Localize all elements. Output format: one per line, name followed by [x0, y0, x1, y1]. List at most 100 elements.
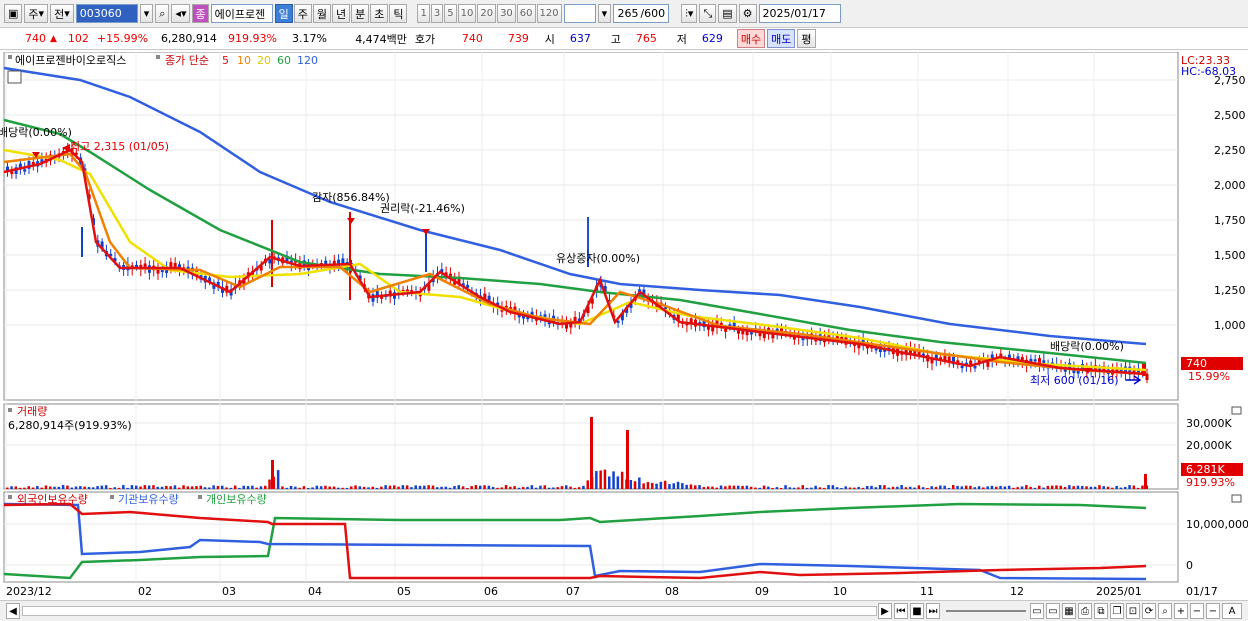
volume-bar — [92, 487, 95, 489]
lock-icon[interactable]: ⊡ — [1126, 603, 1140, 619]
volume-bar — [152, 485, 155, 489]
holding-panel-close-icon[interactable] — [1231, 494, 1242, 503]
gear-icon[interactable]: ⚙ — [738, 4, 757, 23]
volume-bar — [878, 485, 882, 489]
volume-bar — [1093, 486, 1097, 489]
scroll-track[interactable] — [22, 606, 877, 616]
refresh-icon[interactable]: ⟳ — [1142, 603, 1156, 619]
buy-button[interactable]: 매수 — [736, 29, 766, 48]
volume-bar — [964, 485, 968, 489]
tab-period-5[interactable]: 초 — [370, 4, 389, 23]
tab-period-1[interactable]: 주 — [293, 4, 312, 23]
tab-period-3[interactable]: 년 — [331, 4, 351, 23]
volume-bar — [66, 485, 69, 489]
interval-button-20[interactable]: 20 — [477, 4, 497, 23]
magnifier-icon[interactable]: ⌕ — [1158, 603, 1172, 619]
window-menu-icon[interactable]: ▣ — [4, 4, 23, 23]
x-tick-label: 08 — [665, 585, 679, 598]
volume-bar — [504, 485, 508, 489]
volume-bar — [952, 485, 955, 489]
volume-bar — [221, 485, 224, 489]
compare-icon[interactable]: ⧉ — [1094, 603, 1108, 619]
volume-bar — [866, 485, 869, 489]
minus-icon[interactable]: − — [1206, 603, 1220, 619]
all-select[interactable]: 전 ▾ — [50, 4, 74, 23]
save-icon[interactable]: ▤ — [718, 4, 737, 23]
volume-panel-close-icon[interactable] — [1231, 406, 1242, 415]
rewind-icon[interactable]: ⏮ — [894, 603, 908, 619]
high-price: 765 — [635, 32, 657, 45]
forward-icon[interactable]: ⏭ — [926, 603, 940, 619]
copy-icon[interactable]: ❐ — [1110, 603, 1124, 619]
volume-bar — [917, 485, 921, 489]
volume-bar — [1046, 485, 1050, 489]
x-axis-labels: 2023/12 02 03 04 05 06 07 08 09 10 11 12 2025/01 01/1… — [6, 585, 1218, 598]
tab-period-6[interactable]: 틱 — [389, 4, 408, 23]
zoom-in-icon[interactable]: + — [1174, 603, 1188, 619]
volume-bar — [1119, 487, 1123, 489]
scroll-left-icon[interactable]: ◀ — [6, 603, 20, 619]
tab-period-2[interactable]: 월 — [312, 4, 331, 23]
candle-body — [943, 355, 947, 361]
volume-bar — [1128, 485, 1131, 489]
layout-icon[interactable]: ▦ — [1062, 603, 1076, 619]
sound-icon[interactable]: ◂▾ — [171, 4, 191, 23]
candle-type-icon[interactable]: ⫶▾ — [681, 4, 698, 23]
interval-button-10[interactable]: 10 — [457, 4, 477, 23]
table-icon[interactable] — [7, 70, 22, 84]
zoom-fit-icon[interactable]: ▭ — [1046, 603, 1060, 619]
volume-bar — [939, 485, 942, 489]
chart-area[interactable]: 배당락(0.00%) 최고 2,315 (01/05) 감자(856.84%) 권리락… — [0, 51, 1248, 600]
print-icon[interactable]: ⎙ — [1078, 603, 1092, 619]
stock-chart[interactable]: 배당락(0.00%)최고 2,315 (01/05)감자(856.84%)권리락… — [0, 51, 1248, 600]
volume-bar — [264, 485, 267, 489]
tab-period-0[interactable]: 일 — [274, 4, 293, 23]
candle-body — [1033, 359, 1037, 362]
volume-bar — [216, 486, 220, 489]
volume-bar — [384, 485, 387, 489]
volume-bar — [6, 487, 9, 489]
date-input[interactable]: 2025/01/17 — [758, 4, 841, 23]
x-tick-label: 11 — [920, 585, 934, 598]
search-icon[interactable]: ⌕ — [155, 4, 170, 23]
code-dropdown-icon[interactable]: ▾ — [139, 4, 154, 23]
interval-input[interactable] — [563, 4, 596, 23]
interval-button-3[interactable]: 3 — [430, 4, 444, 23]
stock-code-input[interactable]: 003060 — [75, 4, 138, 23]
volume-bar — [324, 485, 327, 489]
zoom-slider[interactable] — [946, 610, 1026, 612]
zoom-box-icon[interactable]: ▭ — [1030, 603, 1044, 619]
sell-button[interactable]: 매도 — [767, 29, 796, 48]
volume-tag: 6,281K — [1186, 463, 1225, 476]
volume-bar — [797, 487, 800, 489]
tab-period-4[interactable]: 분 — [351, 4, 370, 23]
volume-bar — [530, 485, 534, 489]
volume-bar — [702, 487, 706, 489]
interval-dropdown-icon[interactable]: ▾ — [597, 4, 612, 23]
zoom-out-icon[interactable]: − — [1190, 603, 1204, 619]
volume-bar — [276, 470, 280, 489]
market-select[interactable]: 주 ▾ — [24, 4, 49, 23]
volume-bar — [375, 487, 379, 489]
draw-tool-icon[interactable]: ⤡ — [699, 4, 717, 23]
font-size-icon[interactable]: A — [1222, 603, 1242, 619]
stock-label: 에이프로젠바이오로직스 — [15, 54, 126, 67]
volume-bar — [27, 486, 30, 489]
stock-name-field[interactable]: 에이프로젠 — [210, 4, 273, 23]
volume-bar — [354, 485, 357, 489]
count-field[interactable]: 265/600 — [613, 4, 670, 23]
volume-bar — [294, 486, 297, 489]
volume-bar — [1141, 485, 1144, 489]
volume-bar — [242, 485, 245, 489]
volume-bar — [1098, 485, 1101, 489]
volume-bar — [1016, 487, 1019, 489]
interval-button-120[interactable]: 120 — [536, 4, 562, 23]
volume-bar — [616, 476, 620, 489]
eval-button[interactable]: 평 — [797, 29, 816, 48]
scroll-right-icon[interactable]: ▶ — [878, 603, 892, 619]
interval-button-5[interactable]: 5 — [444, 4, 457, 23]
stop-icon[interactable]: ■ — [910, 603, 924, 619]
interval-button-30[interactable]: 30 — [497, 4, 516, 23]
interval-button-1[interactable]: 1 — [417, 4, 430, 23]
interval-button-60[interactable]: 60 — [516, 4, 536, 23]
